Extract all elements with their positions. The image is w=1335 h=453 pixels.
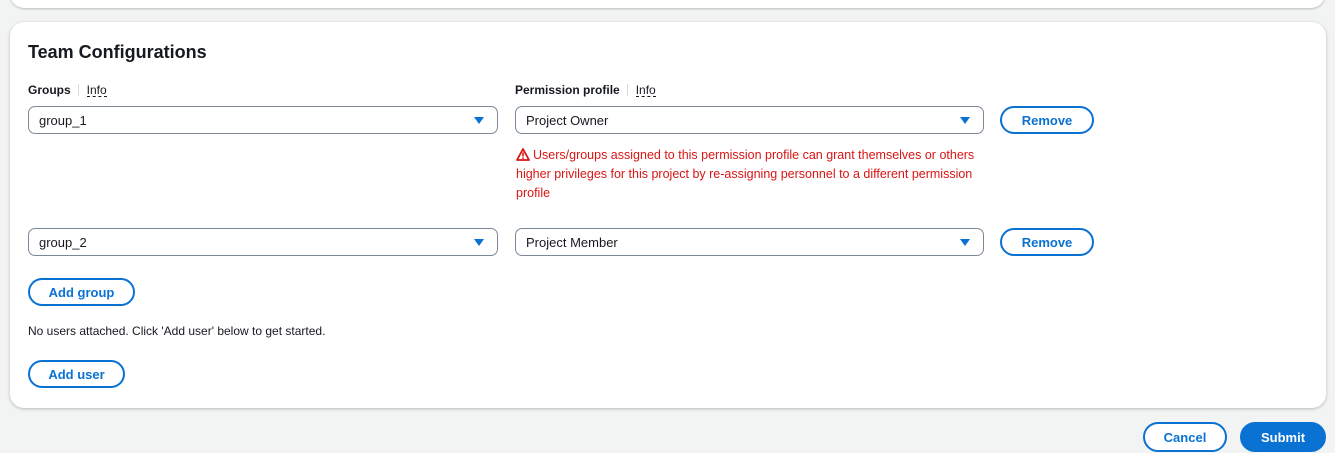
permission-select-1-value: Project Owner [526, 112, 609, 128]
remove-button-1[interactable]: Remove [1000, 106, 1094, 134]
warning-icon [516, 148, 530, 161]
team-configurations-card: Team Configurations Groups Info Permissi… [10, 22, 1326, 408]
groups-label-text: Groups [28, 83, 71, 97]
users-empty-text: No users attached. Click 'Add user' belo… [28, 324, 326, 338]
cancel-button[interactable]: Cancel [1143, 422, 1227, 452]
permission-select-1[interactable]: Project Owner [515, 106, 984, 134]
caret-down-icon [960, 239, 970, 246]
group-select-1[interactable]: group_1 [28, 106, 498, 134]
label-divider [77, 84, 79, 96]
permission-label-text: Permission profile [515, 83, 620, 97]
add-group-button[interactable]: Add group [28, 278, 135, 306]
add-user-button[interactable]: Add user [28, 360, 125, 388]
permission-select-2-value: Project Member [526, 234, 618, 250]
caret-down-icon [474, 117, 484, 124]
group-select-2-value: group_2 [39, 234, 87, 250]
groups-label: Groups Info [28, 83, 107, 97]
label-divider [626, 84, 628, 96]
remove-button-2[interactable]: Remove [1000, 228, 1094, 256]
permission-warning-text: Users/groups assigned to this permission… [516, 148, 975, 200]
permission-profile-label: Permission profile Info [515, 83, 656, 97]
group-select-1-value: group_1 [39, 112, 87, 128]
submit-button[interactable]: Submit [1240, 422, 1326, 452]
group-select-2[interactable]: group_2 [28, 228, 498, 256]
permission-select-2[interactable]: Project Member [515, 228, 984, 256]
groups-info-link[interactable]: Info [86, 84, 107, 97]
permission-info-link[interactable]: Info [635, 84, 656, 97]
previous-section-card [10, 0, 1325, 8]
caret-down-icon [960, 117, 970, 124]
section-title: Team Configurations [28, 42, 207, 62]
permission-warning: Users/groups assigned to this permission… [516, 146, 976, 203]
caret-down-icon [474, 239, 484, 246]
